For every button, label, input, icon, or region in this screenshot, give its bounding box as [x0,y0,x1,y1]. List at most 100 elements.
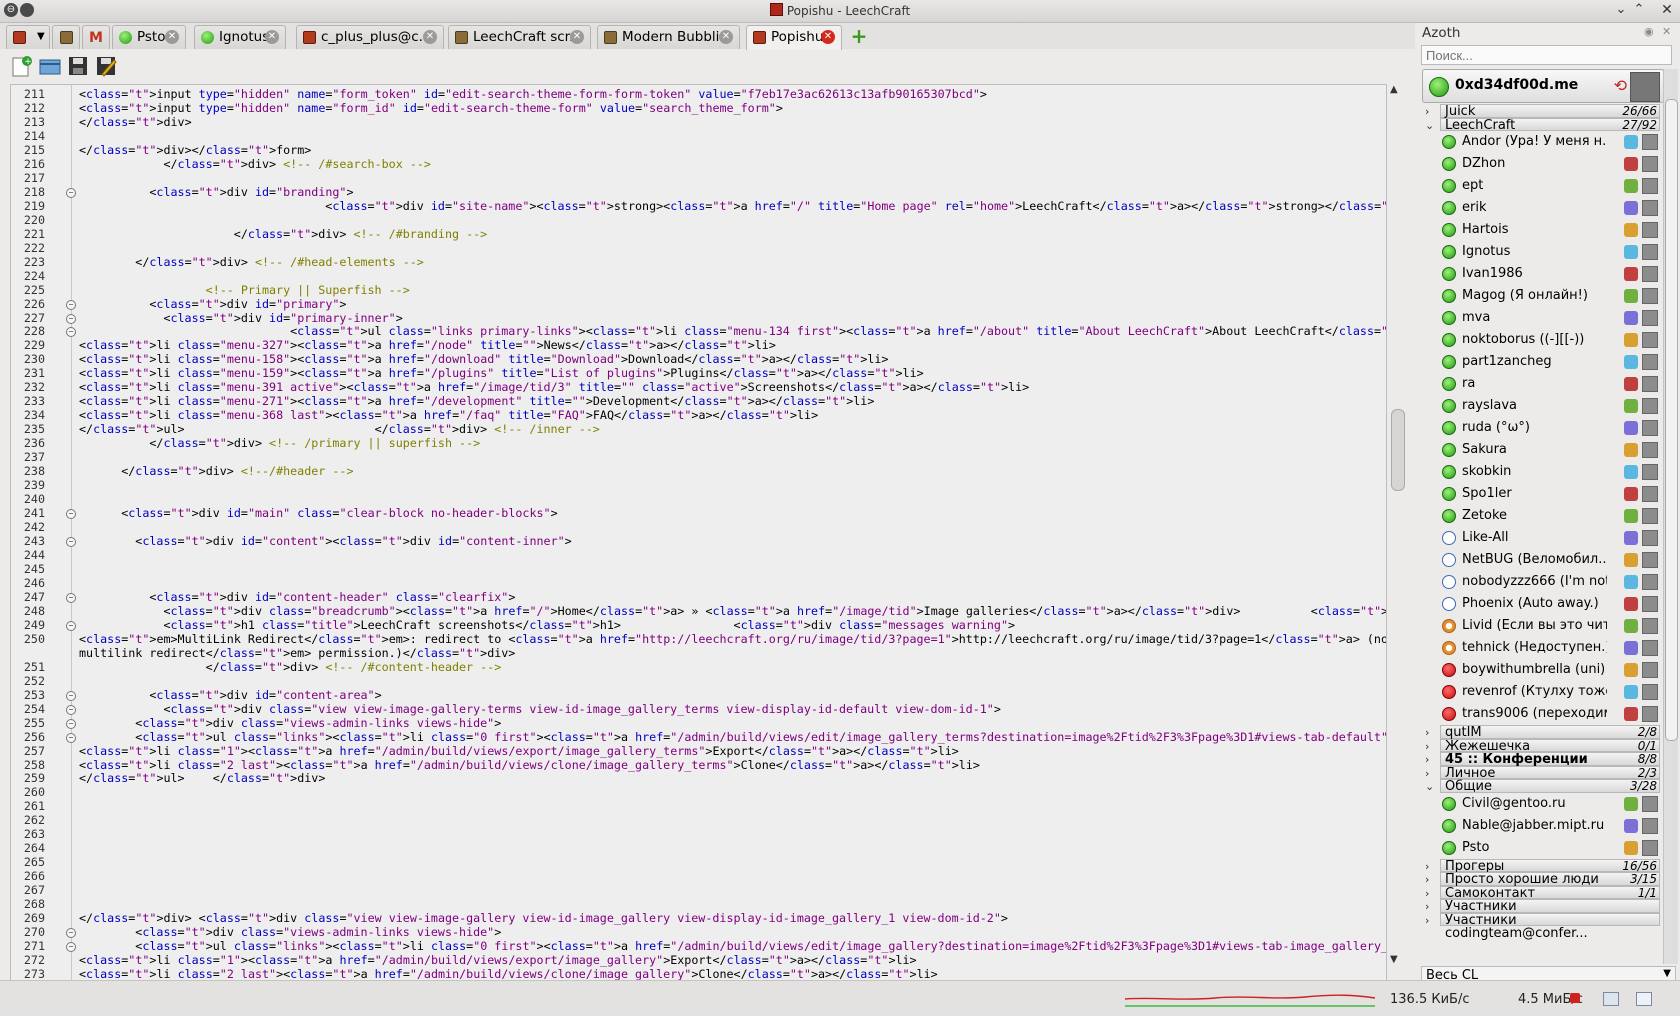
roster-contact[interactable]: Civil@gentoo.ru [1440,793,1660,815]
chevron-right-icon[interactable]: › [1425,767,1429,780]
scrollbar-thumb[interactable] [1391,409,1405,491]
scroll-down-icon[interactable]: ▼ [1390,954,1398,965]
close-tab-icon[interactable]: ✕ [265,30,279,44]
roster-group[interactable]: ⌄ Общие 3/28 [1425,779,1660,793]
roster-contact[interactable]: erik [1440,197,1660,219]
fold-toggle-icon[interactable]: − [66,620,76,631]
roster-contact[interactable]: part1zancheg [1440,351,1660,373]
chevron-right-icon[interactable]: › [1425,753,1429,766]
close-tab-icon[interactable]: ✕ [165,30,179,44]
tab-ignotus[interactable]: Ignotus ✕ [194,25,286,49]
roster-contact[interactable]: Spo1ler [1440,483,1660,505]
editor-scrollbar[interactable]: ▲ ▼ [1385,84,1407,979]
close-tab-icon[interactable]: ✕ [719,30,733,44]
chevron-right-icon[interactable]: › [1425,873,1429,886]
roster-contact[interactable]: Nable@jabber.mipt.ru (Y... [1440,815,1660,837]
close-window-icon[interactable]: ✕ [1660,3,1674,17]
roster-contact[interactable]: Like-All [1440,527,1660,549]
fold-toggle-icon[interactable]: − [66,537,76,547]
chevron-right-icon[interactable]: › [1425,914,1429,927]
roster-contact[interactable]: noktoborus ((-][[-)) [1440,329,1660,351]
roster-group[interactable]: ›Участники c_plus_plus@confere... [1425,899,1660,926]
roster-contact[interactable]: trans9006 (переходим ... [1440,703,1660,725]
new-document-icon[interactable]: + [10,54,34,78]
roster-contact[interactable]: tehnick (Недоступен.) [1440,637,1660,659]
save-as-icon[interactable] [94,54,118,78]
save-icon[interactable] [66,54,90,78]
fold-toggle-icon[interactable]: − [66,928,76,939]
roster-group[interactable]: › Juick 26/66 [1425,104,1660,118]
tray-layout-icon[interactable] [1636,992,1652,1006]
tab-gmail[interactable]: M [82,25,110,49]
self-contact[interactable]: 0xd34df00d.me ⟲ [1422,69,1664,103]
roster-contact[interactable]: Ignotus [1440,241,1660,263]
roster-contact[interactable]: Ivan1986 [1440,263,1660,285]
fold-toggle-icon[interactable]: − [66,299,76,310]
notification-icon[interactable] [1570,993,1580,1003]
roster-group[interactable]: › Участники codingteam@confer... [1425,912,1660,940]
maximize-icon[interactable]: ⌃ [1632,3,1646,17]
roster-contact[interactable]: Sakura [1440,439,1660,461]
scroll-up-icon[interactable]: ▲ [1390,84,1398,95]
tab-popishu[interactable]: Popishu ✕ [746,25,842,50]
roster-contact[interactable]: mva [1440,307,1660,329]
roster-contact[interactable]: DZhon [1440,153,1660,175]
roster-contact[interactable]: Phoenix (Auto away.) [1440,593,1660,615]
roster-group[interactable]: › 45 :: Конференции 8/8 [1425,752,1660,766]
main-menu-button[interactable]: ▼ [6,25,50,49]
roster-contact[interactable]: ra [1440,373,1660,395]
fold-toggle-icon[interactable]: − [66,732,76,743]
roster-contact[interactable]: Hartois [1440,219,1660,241]
roster-contact[interactable]: skobkin [1440,461,1660,483]
roster-search-input[interactable] [1421,45,1672,65]
tab-leechcraft[interactable] [52,25,80,49]
tray-window-icon[interactable] [1603,992,1619,1006]
roster-group[interactable]: › Прогеры 16/56 [1425,858,1660,873]
chevron-right-icon[interactable]: › [1425,740,1429,753]
scrollbar-thumb[interactable] [1665,99,1678,741]
chevron-right-icon[interactable]: › [1425,726,1429,739]
tab-leechcraft-screenshots[interactable]: LeechCraft scr... ✕ [448,25,591,49]
roster-group[interactable]: › Личное 2/3 [1425,765,1660,780]
roster-contact[interactable]: Psto [1440,837,1660,859]
roster-contact[interactable]: Andor (Ура! У меня н... [1440,131,1660,153]
roster-contact[interactable]: ruda (°ω°) [1440,417,1660,439]
roster-contact[interactable]: rayslava [1440,395,1660,417]
tab-modern-bubbling[interactable]: Modern Bubbli... ✕ [597,25,740,49]
roster-group[interactable]: › Самоконтакт 1/1 [1425,885,1660,900]
close-tab-icon[interactable]: ✕ [570,30,584,44]
fold-toggle-icon[interactable]: − [66,704,76,715]
chevron-right-icon[interactable]: › [1425,887,1429,900]
fold-toggle-icon[interactable]: − [66,690,76,701]
roster-contact[interactable]: nobodyzzz666 (I'm not ... [1440,571,1660,593]
chevron-down-icon[interactable]: ⌄ [1425,119,1434,132]
roster-group[interactable]: › Просто хорошие люди 3/15 [1425,872,1660,886]
fold-toggle-icon[interactable]: − [66,942,76,953]
chevron-right-icon[interactable]: › [1425,900,1429,913]
tab-c-plus-plus[interactable]: c_plus_plus@c... ✕ [296,25,444,49]
fold-toggle-icon[interactable]: − [66,313,76,324]
roster-contact[interactable]: Livid (Если вы это чита... [1440,615,1660,637]
open-folder-icon[interactable] [38,54,62,78]
fold-toggle-icon[interactable]: − [66,327,76,338]
close-tab-icon[interactable]: ✕ [423,30,437,44]
chevron-right-icon[interactable]: › [1425,860,1429,873]
tab-psto[interactable]: Psto ✕ [112,25,186,49]
code-editor[interactable]: 211 <class="t">input type="hidden" name="… [10,84,1387,981]
new-tab-plus-icon[interactable]: + [848,26,870,48]
roster-contact[interactable]: ept [1440,175,1660,197]
roster-contact[interactable]: Magog (Я онлайн!) [1440,285,1660,307]
roster-group[interactable]: › qutIM 2/8 [1425,725,1660,739]
fold-toggle-icon[interactable]: − [66,509,76,520]
roster-group[interactable]: ⌄ LeechCraft 27/92 [1425,117,1660,132]
roster-contact[interactable]: revenrof (Ктулху тоже ... [1440,681,1660,703]
roster-contact[interactable]: Zetoke [1440,505,1660,527]
fold-toggle-icon[interactable]: − [66,187,76,198]
fold-toggle-icon[interactable]: − [66,592,76,603]
close-tab-icon[interactable]: ✕ [821,30,835,44]
chevron-right-icon[interactable]: › [1425,105,1429,118]
minimize-icon[interactable]: ⌄ [1614,3,1628,17]
chevron-down-icon[interactable]: ⌄ [1425,780,1434,793]
roster-group[interactable]: › Жежешечка 0/1 [1425,738,1660,753]
fold-toggle-icon[interactable]: − [66,718,76,729]
